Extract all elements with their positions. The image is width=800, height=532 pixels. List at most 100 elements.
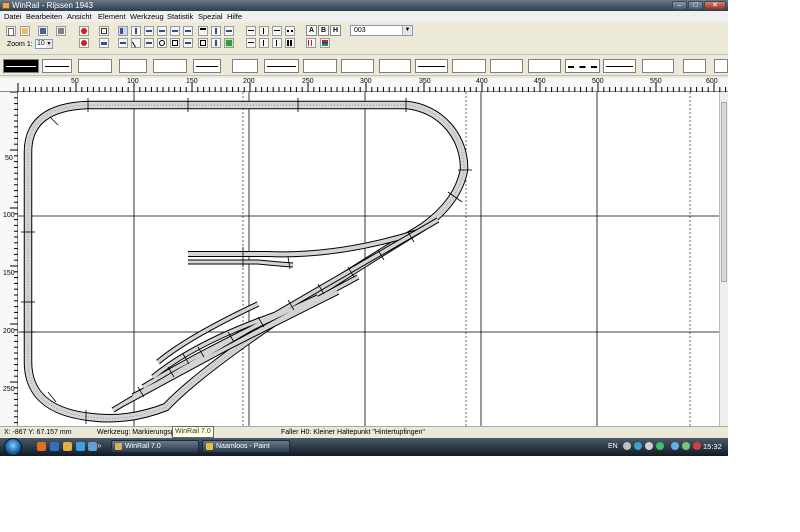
layer-value: 003: [354, 27, 366, 34]
yard-tracks[interactable]: [111, 217, 440, 413]
cut-icon[interactable]: [170, 38, 180, 48]
folder-icon[interactable]: [63, 442, 72, 451]
move-icon[interactable]: [198, 38, 208, 48]
clock[interactable]: 15:32: [703, 438, 722, 456]
tool-r2-3-icon[interactable]: [144, 38, 154, 48]
arrow-up-icon[interactable]: [259, 26, 269, 36]
pointer-tool-icon[interactable]: [118, 26, 128, 36]
palette-item-16[interactable]: [565, 59, 600, 73]
palette-item-20[interactable]: [714, 59, 728, 73]
chevron-down-icon[interactable]: ▼: [46, 40, 52, 48]
tray-icon-4[interactable]: [656, 442, 664, 450]
tray-icon-6[interactable]: [682, 442, 690, 450]
zoom-icon[interactable]: [157, 38, 167, 48]
zoom-label: Zoom 1:: [7, 41, 33, 48]
task-winrail[interactable]: WinRail 7.0: [111, 440, 199, 453]
quicklaunch-chevron[interactable]: »: [97, 441, 101, 451]
palette-item-14[interactable]: [490, 59, 523, 73]
language-indicator[interactable]: EN: [608, 438, 618, 456]
palette-item-18[interactable]: [642, 59, 674, 73]
palette-item-3[interactable]: [78, 59, 112, 73]
arrow-left-icon[interactable]: [246, 26, 256, 36]
menu-spezial[interactable]: Spezial: [198, 11, 223, 22]
palette-item-8[interactable]: [264, 59, 299, 73]
firefox-icon[interactable]: [37, 442, 46, 451]
palette-item-2[interactable]: [42, 59, 72, 73]
button-b[interactable]: B: [318, 25, 329, 36]
start-button[interactable]: [4, 438, 22, 456]
layer-select[interactable]: 003 ▼: [350, 25, 413, 36]
palette-item-1[interactable]: [3, 59, 39, 73]
arrow-both-icon[interactable]: [272, 26, 282, 36]
tool-8-icon[interactable]: [211, 26, 221, 36]
menu-hilfe[interactable]: Hilfe: [227, 11, 242, 22]
bars-icon[interactable]: [285, 38, 295, 48]
palette-item-9[interactable]: [303, 59, 337, 73]
internet-explorer-icon[interactable]: [76, 442, 85, 451]
chevron-down-icon[interactable]: ▼: [402, 26, 412, 35]
tool-4-icon[interactable]: [157, 26, 167, 36]
button-a[interactable]: A: [306, 25, 317, 36]
zoom-select[interactable]: 10 ▼: [35, 39, 53, 49]
palette-item-10[interactable]: [341, 59, 374, 73]
arrow-right-icon[interactable]: [246, 38, 256, 48]
network-icon[interactable]: [671, 442, 679, 450]
palette-item-11[interactable]: [379, 59, 411, 73]
palette-item-17[interactable]: [603, 59, 636, 73]
dots-icon[interactable]: [285, 26, 295, 36]
menu-element[interactable]: Element: [98, 11, 126, 22]
menu-ansicht[interactable]: Ansicht: [67, 11, 92, 22]
menu-bearbeiten[interactable]: Bearbeiten: [26, 11, 62, 22]
tool-r2-9-icon[interactable]: [224, 38, 234, 48]
new-file-icon[interactable]: [6, 26, 16, 36]
minimize-button[interactable]: –: [672, 1, 687, 10]
palette-item-6[interactable]: [193, 59, 221, 73]
tool-r2-2-icon[interactable]: [131, 38, 142, 48]
tool-9-icon[interactable]: [224, 26, 234, 36]
train-icon[interactable]: [99, 38, 109, 48]
track-plan[interactable]: [18, 92, 719, 426]
palette-item-7[interactable]: [232, 59, 258, 73]
task-paint[interactable]: Naamloos - Paint: [202, 440, 290, 453]
tool-r2-1-icon[interactable]: [118, 38, 128, 48]
tool-6-icon[interactable]: [183, 26, 193, 36]
palette-item-13[interactable]: [452, 59, 486, 73]
palette-item-12[interactable]: [415, 59, 448, 73]
palette-item-19[interactable]: [683, 59, 706, 73]
track-plan-canvas[interactable]: [18, 92, 719, 426]
stop-icon[interactable]: [79, 26, 89, 36]
palette-item-4[interactable]: [119, 59, 147, 73]
print-icon[interactable]: [56, 26, 66, 36]
arrow-vertical-icon[interactable]: [272, 38, 282, 48]
show-desktop-icon[interactable]: [50, 442, 59, 451]
maximize-button[interactable]: □: [688, 1, 703, 10]
vertical-scrollbar[interactable]: [719, 92, 728, 426]
tray-icon-1[interactable]: [623, 442, 631, 450]
status-coordinates: X: -867 Y: 67.157 mm: [4, 429, 72, 436]
rotate-icon[interactable]: [79, 38, 89, 48]
menu-datei[interactable]: Datei: [4, 11, 22, 22]
media-icon[interactable]: [88, 442, 97, 451]
tool-r2-6-icon[interactable]: [183, 38, 193, 48]
tool-r2-8-icon[interactable]: [211, 38, 221, 48]
palette-item-5[interactable]: [153, 59, 187, 73]
close-button[interactable]: ✕: [704, 1, 726, 10]
layers-icon[interactable]: [320, 38, 330, 48]
text-tool-icon[interactable]: [198, 26, 208, 36]
tool-2-icon[interactable]: [131, 26, 141, 36]
tool-3-icon[interactable]: [144, 26, 154, 36]
tray-icon-3[interactable]: [645, 442, 653, 450]
menu-statistik[interactable]: Statistik: [167, 11, 193, 22]
select-tool-icon[interactable]: [99, 26, 109, 36]
volume-icon[interactable]: [693, 442, 701, 450]
save-icon[interactable]: [38, 26, 48, 36]
menu-werkzeug[interactable]: Werkzeug: [130, 11, 164, 22]
open-file-icon[interactable]: [20, 26, 30, 36]
arrow-down-icon[interactable]: [259, 38, 269, 48]
tray-icon-2[interactable]: [634, 442, 642, 450]
palette-item-15[interactable]: [528, 59, 561, 73]
grid-icon[interactable]: [306, 38, 316, 48]
scrollbar-thumb[interactable]: [721, 102, 727, 282]
button-h[interactable]: H: [330, 25, 341, 36]
tool-5-icon[interactable]: [170, 26, 180, 36]
